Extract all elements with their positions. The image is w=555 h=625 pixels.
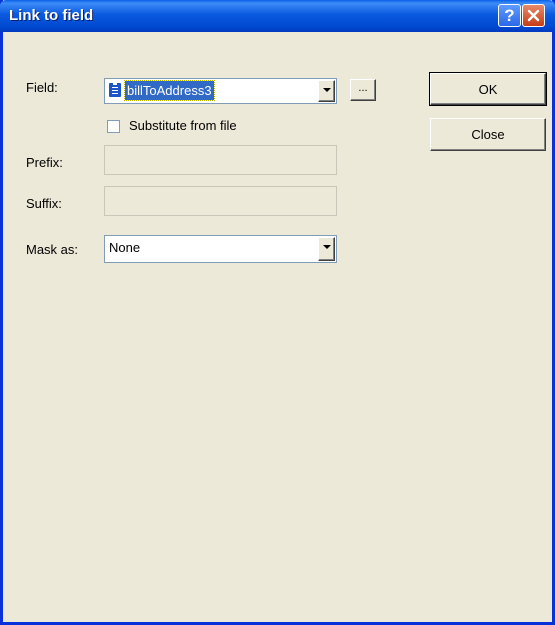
close-button-label: Close: [471, 127, 505, 142]
mask-as-value: None: [109, 240, 141, 255]
help-icon: ?: [504, 5, 515, 25]
field-combobox[interactable]: billToAddress3: [104, 78, 337, 104]
help-button[interactable]: ?: [498, 4, 521, 27]
document-icon: [109, 83, 121, 97]
field-combobox-value: billToAddress3: [124, 80, 215, 101]
close-icon: [527, 9, 540, 22]
chevron-down-icon[interactable]: [318, 237, 335, 261]
substitute-from-file-checkbox[interactable]: [107, 120, 120, 133]
prefix-label: Prefix:: [26, 155, 63, 170]
browse-button-label: ...: [358, 82, 368, 94]
link-to-field-dialog: Link to field ? Field: billToAddress3 ..…: [0, 0, 555, 625]
mask-as-label: Mask as:: [26, 242, 79, 257]
close-window-button[interactable]: [522, 4, 545, 27]
chevron-down-icon[interactable]: [318, 80, 335, 102]
substitute-from-file-label[interactable]: Substitute from file: [129, 118, 237, 133]
field-label: Field:: [26, 80, 58, 95]
mask-as-select[interactable]: None: [104, 235, 337, 263]
close-button[interactable]: Close: [430, 118, 546, 151]
window-title: Link to field: [9, 7, 94, 24]
ok-button[interactable]: OK: [429, 72, 547, 106]
title-bar[interactable]: Link to field ?: [0, 0, 555, 32]
browse-button[interactable]: ...: [350, 79, 376, 101]
suffix-label: Suffix:: [26, 196, 62, 211]
prefix-input[interactable]: [104, 145, 337, 175]
ok-button-label: OK: [478, 81, 498, 97]
suffix-input[interactable]: [104, 186, 337, 216]
